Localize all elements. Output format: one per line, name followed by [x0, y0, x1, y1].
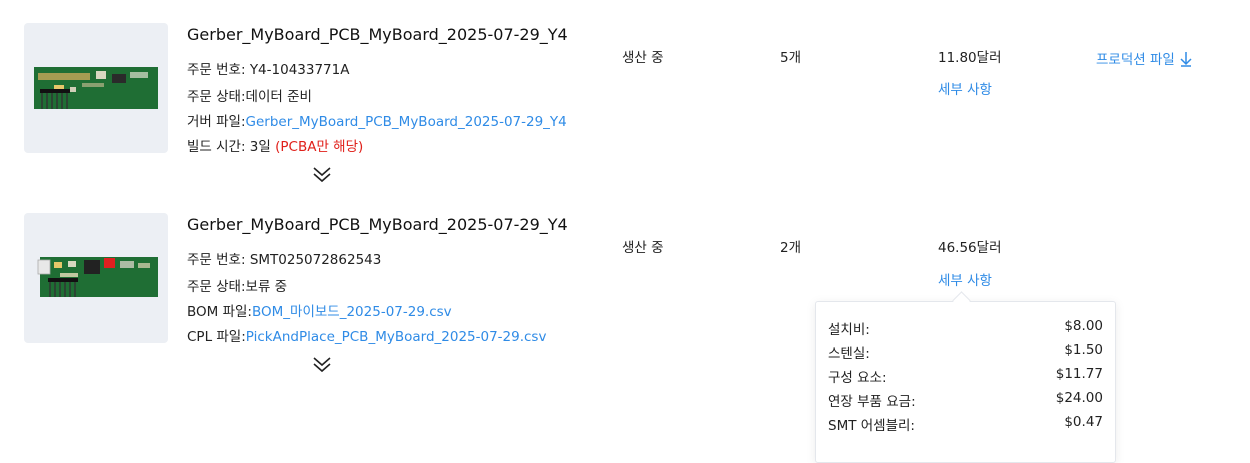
gerber-file-line: 거버 파일:Gerber_MyBoard_PCB_MyBoard_2025-07… — [187, 110, 567, 130]
pcb-board-image — [34, 67, 158, 109]
order-status-value: 보류 중 — [245, 279, 288, 295]
build-time-label: 빌드 시간: 3일 — [187, 139, 276, 155]
chevron-double-down-icon — [313, 167, 331, 183]
chevron-double-down-icon — [313, 357, 331, 373]
price: 11.80달러 — [938, 50, 1002, 66]
order-number-value: Y4-10433771A — [249, 62, 350, 78]
fee-value: $8.00 — [1064, 318, 1103, 334]
pcb-thumbnail[interactable] — [24, 213, 168, 343]
order-number: 주문 번호: Y4-10433771A — [187, 58, 349, 78]
cpl-file-label: CPL 파일: — [187, 329, 246, 345]
order-status-line: 주문 상태:데이터 준비 — [187, 85, 312, 105]
order-status-label: 주문 상태: — [187, 279, 246, 295]
order-number-value: SMT025072862543 — [249, 252, 382, 268]
gerber-file-label: 거버 파일: — [187, 114, 246, 130]
fee-row-setup: 설치비: $8.00 — [828, 318, 1103, 338]
expand-chevron-button[interactable] — [311, 164, 333, 184]
cpl-file-link[interactable]: PickAndPlace_PCB_MyBoard_2025-07-29.csv — [246, 329, 547, 345]
quantity: 2개 — [780, 240, 802, 256]
order-title: Gerber_MyBoard_PCB_MyBoard_2025-07-29_Y4 — [187, 25, 568, 44]
fee-row-smt-assembly: SMT 어셈블리: $0.47 — [828, 414, 1103, 434]
order-status-label: 주문 상태: — [187, 89, 246, 105]
price-breakdown-popup: 설치비: $8.00 스텐실: $1.50 구성 요소: $11.77 연장 부… — [815, 301, 1116, 463]
fee-label: 설치비: — [828, 322, 870, 338]
gerber-file-link[interactable]: Gerber_MyBoard_PCB_MyBoard_2025-07-29_Y4 — [246, 114, 567, 130]
bom-file-label: BOM 파일: — [187, 304, 252, 320]
build-time-line: 빌드 시간: 3일 (PCBA만 해당) — [187, 135, 363, 155]
production-file-label: 프로덕션 파일 — [1096, 52, 1175, 68]
pcb-board-image — [37, 257, 158, 297]
production-file-button[interactable]: 프로덕션 파일 — [1096, 48, 1193, 68]
fee-row-extended-parts: 연장 부품 요금: $24.00 — [828, 390, 1103, 410]
build-time-note: (PCBA만 해당) — [275, 139, 364, 155]
bom-file-link[interactable]: BOM_마이보드_2025-07-29.csv — [252, 304, 452, 320]
cpl-file-line: CPL 파일:PickAndPlace_PCB_MyBoard_2025-07-… — [187, 325, 546, 345]
order-status-line: 주문 상태:보류 중 — [187, 275, 287, 295]
order-title: Gerber_MyBoard_PCB_MyBoard_2025-07-29_Y4 — [187, 215, 568, 234]
fee-row-stencil: 스텐실: $1.50 — [828, 342, 1103, 362]
expand-chevron-button[interactable] — [311, 354, 333, 374]
bom-file-line: BOM 파일:BOM_마이보드_2025-07-29.csv — [187, 300, 452, 320]
details-link[interactable]: 세부 사항 — [938, 78, 992, 98]
order-number-label: 주문 번호: — [187, 252, 250, 268]
price: 46.56달러 — [938, 240, 1002, 256]
fee-value: $24.00 — [1055, 390, 1103, 406]
fee-value: $0.47 — [1064, 414, 1103, 430]
details-link[interactable]: 세부 사항 — [938, 269, 992, 289]
pcb-thumbnail[interactable] — [24, 23, 168, 153]
download-arrow-icon — [1180, 52, 1192, 67]
fee-row-components: 구성 요소: $11.77 — [828, 366, 1103, 386]
fee-value: $1.50 — [1064, 342, 1103, 358]
fee-value: $11.77 — [1055, 366, 1103, 382]
fee-label: 구성 요소: — [828, 370, 887, 386]
production-status: 생산 중 — [622, 50, 664, 66]
order-number-label: 주문 번호: — [187, 62, 250, 78]
fee-label: 연장 부품 요금: — [828, 394, 916, 410]
fee-label: SMT 어셈블리: — [828, 418, 915, 434]
production-status: 생산 중 — [622, 240, 664, 256]
fee-label: 스텐실: — [828, 346, 870, 362]
order-status-value: 데이터 준비 — [245, 89, 312, 105]
order-number: 주문 번호: SMT025072862543 — [187, 248, 381, 268]
quantity: 5개 — [780, 50, 802, 66]
